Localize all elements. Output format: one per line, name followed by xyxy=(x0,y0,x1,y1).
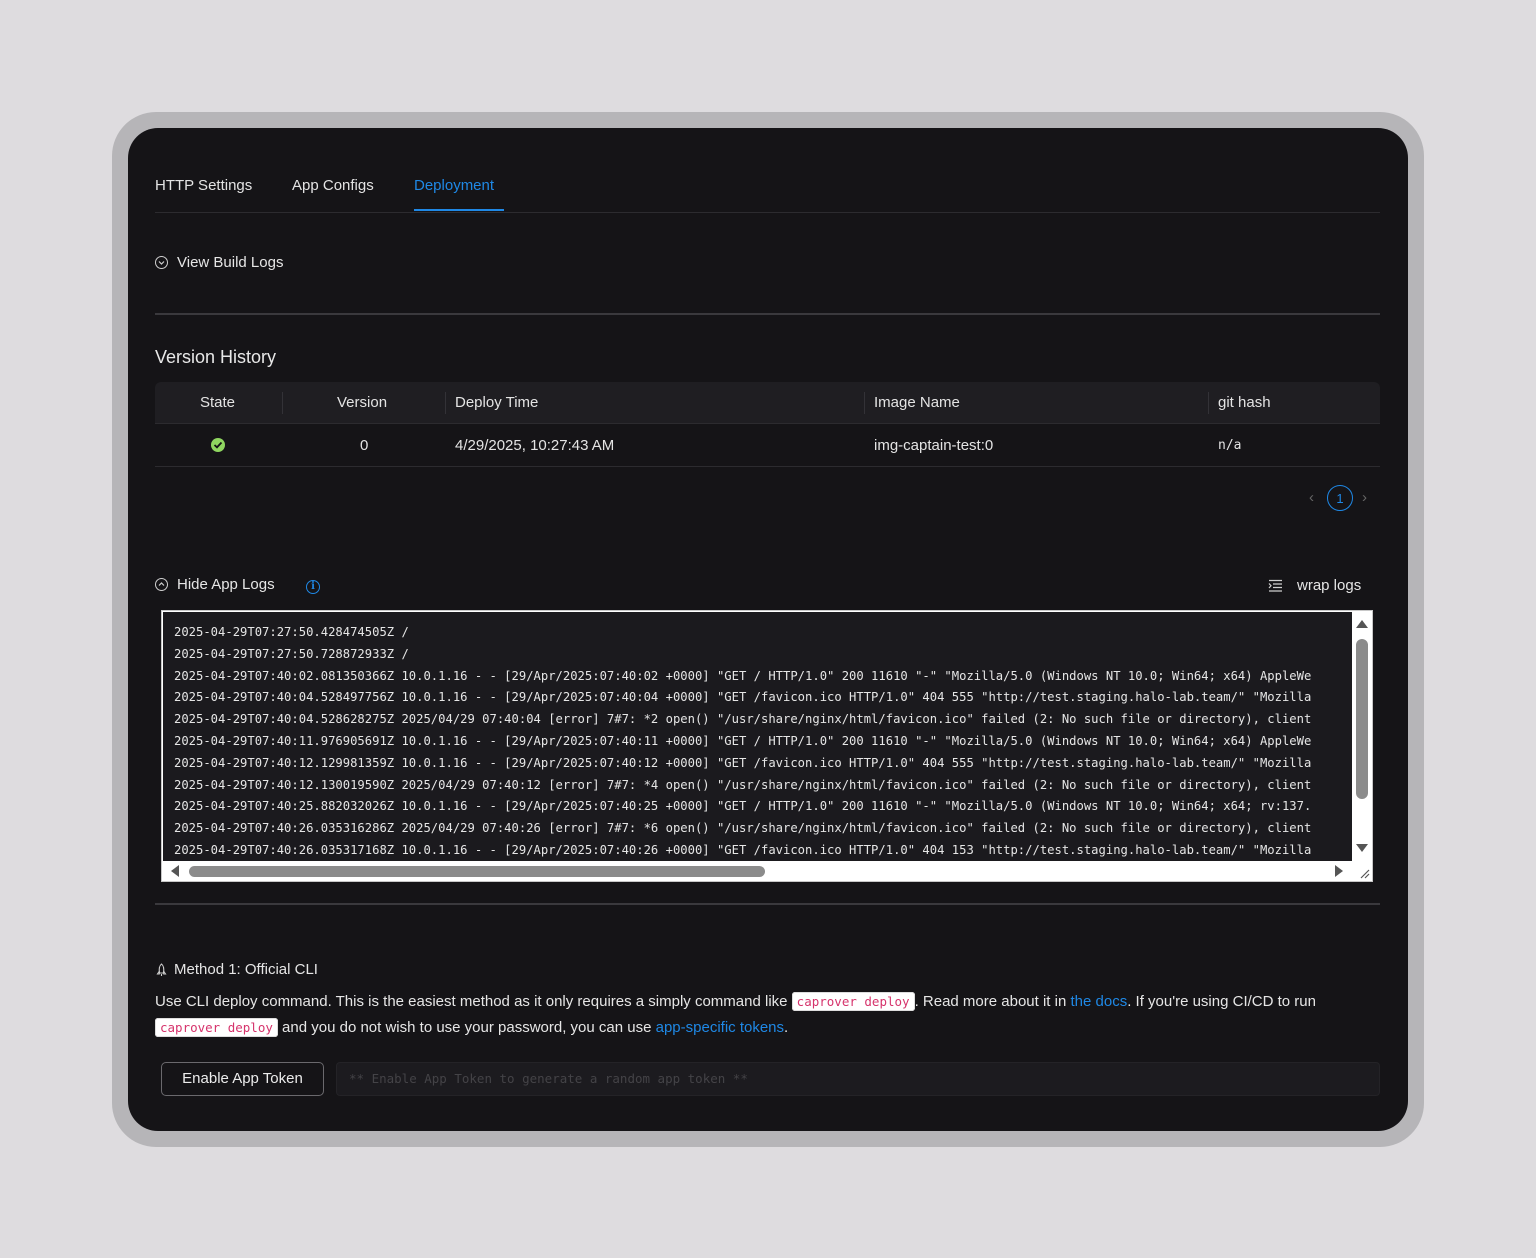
log-line: 2025-04-29T07:40:25.882032026Z 10.0.1.16… xyxy=(174,799,1312,814)
cell-image-name: img-captain-test:0 xyxy=(874,437,994,454)
method-text: . If you're using CI/CD to run xyxy=(1127,993,1316,1010)
log-line: 2025-04-29T07:40:26.035316286Z 2025/04/2… xyxy=(174,821,1312,836)
app-tokens-link[interactable]: app-specific tokens xyxy=(656,1019,784,1036)
inline-code: caprover deploy xyxy=(791,992,915,1011)
scroll-up-arrow-icon[interactable] xyxy=(1356,620,1368,628)
method-text: . Read more about it in xyxy=(914,993,1071,1010)
info-icon[interactable]: i xyxy=(306,580,320,594)
table-row: 0 4/29/2025, 10:27:43 AM img-captain-tes… xyxy=(155,424,1380,467)
log-line: 2025-04-29T07:40:11.976905691Z 10.0.1.16… xyxy=(174,733,1312,748)
vertical-scrollbar[interactable] xyxy=(1352,612,1372,861)
view-build-logs-toggle[interactable]: View Build Logs xyxy=(155,254,283,271)
horizontal-scrollbar[interactable] xyxy=(163,861,1352,881)
tab-bar: HTTP Settings App Configs Deployment xyxy=(155,128,1380,213)
method-text: . xyxy=(784,1019,789,1036)
method-title: Method 1: Official CLI xyxy=(155,961,318,978)
success-check-icon xyxy=(211,438,225,452)
divider xyxy=(155,313,1380,315)
log-line: 2025-04-29T07:40:26.035317168Z 10.0.1.16… xyxy=(174,842,1312,857)
tab-http-settings[interactable]: HTTP Settings xyxy=(155,177,252,194)
enable-app-token-button[interactable]: Enable App Token xyxy=(161,1062,324,1096)
method-description: Use CLI deploy command. This is the easi… xyxy=(155,989,1385,1041)
table-header: State Version Deploy Time Image Name git… xyxy=(155,382,1380,424)
column-separator xyxy=(282,392,283,414)
column-separator xyxy=(445,392,446,414)
column-header-git-hash: git hash xyxy=(1218,394,1271,411)
scroll-down-arrow-icon[interactable] xyxy=(1356,844,1368,852)
wrap-logs-label: wrap logs xyxy=(1297,577,1362,594)
column-header-image-name: Image Name xyxy=(874,394,960,411)
wrap-lines-icon xyxy=(1268,579,1282,592)
scroll-right-arrow-icon[interactable] xyxy=(1335,865,1343,877)
view-build-logs-label: View Build Logs xyxy=(177,254,284,271)
app-logs-textarea[interactable]: 2025-04-29T07:27:50.428474505Z / 2025-04-… xyxy=(161,610,1373,882)
log-line: 2025-04-29T07:40:04.528497756Z 10.0.1.16… xyxy=(174,690,1312,705)
vertical-scroll-thumb[interactable] xyxy=(1356,639,1368,799)
inline-code: caprover deploy xyxy=(155,1018,278,1037)
wrap-logs-toggle[interactable]: wrap logs xyxy=(1268,577,1361,594)
log-line: 2025-04-29T07:27:50.428474505Z / xyxy=(174,625,409,639)
pagination-page-1[interactable]: 1 xyxy=(1327,485,1353,511)
method-title-label: Method 1: Official CLI xyxy=(174,961,318,978)
app-token-field[interactable]: ** Enable App Token to generate a random… xyxy=(336,1062,1380,1096)
active-tab-indicator xyxy=(414,209,504,211)
pagination-next-button[interactable]: › xyxy=(1362,489,1367,506)
hide-app-logs-label: Hide App Logs xyxy=(177,576,275,593)
rocket-icon xyxy=(156,962,167,976)
cell-git-hash: n/a xyxy=(1218,438,1242,453)
hide-app-logs-toggle[interactable]: Hide App Logs xyxy=(155,576,275,593)
log-lines: 2025-04-29T07:27:50.428474505Z / 2025-04-… xyxy=(174,622,1311,861)
version-history-title: Version History xyxy=(155,347,277,367)
app-window: HTTP Settings App Configs Deployment Vie… xyxy=(128,128,1408,1131)
scroll-left-arrow-icon[interactable] xyxy=(171,865,179,877)
docs-link[interactable]: the docs xyxy=(1070,993,1127,1010)
log-line: 2025-04-29T07:40:02.081350366Z 10.0.1.16… xyxy=(174,668,1312,683)
cell-deploy-time: 4/29/2025, 10:27:43 AM xyxy=(455,437,615,454)
method-text: Use CLI deploy command. This is the easi… xyxy=(155,993,792,1010)
resize-handle-icon[interactable] xyxy=(1358,867,1370,879)
tab-app-configs[interactable]: App Configs xyxy=(292,177,374,194)
column-header-deploy-time: Deploy Time xyxy=(455,394,539,411)
log-content-area[interactable]: 2025-04-29T07:27:50.428474505Z / 2025-04-… xyxy=(163,612,1352,861)
divider xyxy=(155,903,1380,905)
log-line: 2025-04-29T07:27:50.728872933Z / xyxy=(174,646,409,661)
column-header-version: Version xyxy=(337,394,388,411)
pagination-prev-button[interactable]: ‹ xyxy=(1309,489,1314,506)
column-header-state: State xyxy=(200,394,236,411)
chevron-up-circle-icon xyxy=(155,578,168,591)
column-separator xyxy=(1208,392,1209,414)
log-line: 2025-04-29T07:40:04.528628275Z 2025/04/2… xyxy=(174,712,1312,727)
method-text: and you do not wish to use your password… xyxy=(277,1019,656,1036)
log-line: 2025-04-29T07:40:12.130019590Z 2025/04/2… xyxy=(174,777,1312,792)
tab-deployment[interactable]: Deployment xyxy=(414,177,494,194)
horizontal-scroll-thumb[interactable] xyxy=(189,866,765,877)
cell-version: 0 xyxy=(360,437,369,454)
log-line: 2025-04-29T07:40:12.129981359Z 10.0.1.16… xyxy=(174,755,1312,770)
chevron-down-circle-icon xyxy=(155,256,168,269)
column-separator xyxy=(864,392,865,414)
